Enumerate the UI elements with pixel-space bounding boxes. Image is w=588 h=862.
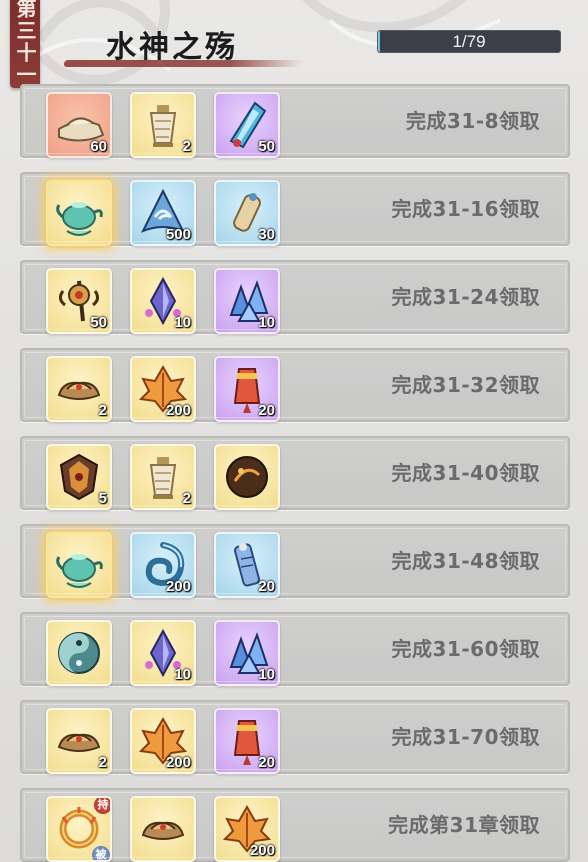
reward-item-slot[interactable]: 2 [130,92,196,158]
item-count: 30 [258,226,275,243]
item-count: 50 [90,314,107,331]
reward-item-slot[interactable]: 持被 [46,796,112,862]
reward-item-slot[interactable]: 2 [46,356,112,422]
reward-row[interactable]: 500 30 完成31-16领取 [20,172,570,246]
reward-item-slot[interactable] [46,180,112,246]
reward-item-slot[interactable]: 20 [214,356,280,422]
reward-item-slot[interactable] [130,796,196,862]
item-count: 2 [182,138,191,155]
reward-item-slot[interactable] [46,620,112,686]
item-count: 200 [165,754,191,771]
item-count: 60 [90,138,107,155]
claim-condition-label: 完成第31章领取 [388,813,540,837]
claim-condition-label: 完成31-60领取 [391,637,540,661]
claim-condition-label: 完成31-40领取 [391,461,540,485]
cloud-hat-icon [57,733,101,752]
reward-item-slot[interactable]: 200 [130,532,196,598]
page-title: 水神之殇 [106,30,238,65]
item-count: 10 [258,314,275,331]
reward-item-slot[interactable]: 2 [130,444,196,510]
reward-item-slot[interactable]: 50 [46,268,112,334]
chapter-tab-label: 第三十一章 [0,0,37,86]
reward-item-slot[interactable]: 20 [214,532,280,598]
item-count: 10 [174,666,191,683]
reward-item-slot[interactable]: 60 [46,92,112,158]
cloud-hat-icon [57,381,101,400]
reward-row[interactable]: 50 10 10 完成31-24领取 [20,260,570,334]
claim-condition-label: 完成31-32领取 [391,373,540,397]
item-count: 20 [258,578,275,595]
reward-row[interactable]: 2 200 20 完成31-70领取 [20,700,570,774]
yin-yang-token-icon [58,632,100,674]
item-count: 2 [98,754,107,771]
reward-item-slot[interactable] [46,532,112,598]
reward-row[interactable]: 200 20 完成31-48领取 [20,524,570,598]
reward-item-slot[interactable]: 10 [214,268,280,334]
reward-item-slot[interactable]: 200 [214,796,280,862]
chapter-tab: 第三十一章 [0,0,40,88]
jade-teapot-icon [56,202,103,236]
progress-text: 1/79 [452,32,486,51]
scroll-stand-icon [149,457,177,499]
claim-condition-label: 完成31-24领取 [391,285,540,309]
reward-row[interactable]: 2 200 20 完成31-32领取 [20,348,570,422]
progress-bar: 1/79 [377,30,561,53]
reward-item-slot[interactable]: 200 [130,356,196,422]
item-count: 200 [165,578,191,595]
reward-row[interactable]: 持被 200 完成第31章领取 [20,788,570,862]
header: 第三十一章 水神之殇 1/79 [0,0,588,88]
reward-item-slot[interactable]: 200 [130,708,196,774]
reward-item-slot[interactable]: 2 [46,708,112,774]
claim-condition-label: 完成31-48领取 [391,549,540,573]
item-count: 5 [98,490,107,507]
item-count: 200 [249,842,275,859]
claim-condition-label: 完成31-8领取 [405,109,540,133]
demon-shield-icon [59,453,99,501]
dark-orb-icon [226,456,268,498]
item-count: 10 [174,314,191,331]
reward-row[interactable]: 5 2 完成31-40领取 [20,436,570,510]
item-count: 200 [165,402,191,419]
reward-item-slot[interactable]: 30 [214,180,280,246]
item-count: 20 [258,754,275,771]
reward-row[interactable]: 10 10 完成31-60领取 [20,612,570,686]
scroll-stand-icon [149,105,177,147]
item-count: 10 [258,666,275,683]
reward-item-slot[interactable]: 10 [130,268,196,334]
item-badge-top: 持 [94,798,110,814]
reward-item-slot[interactable]: 500 [130,180,196,246]
reward-item-slot[interactable]: 10 [214,620,280,686]
reward-row[interactable]: 60 2 50 完成31-8领取 [20,84,570,158]
item-count: 50 [258,138,275,155]
claim-condition-label: 完成31-16领取 [391,197,540,221]
item-badge-bottom: 被 [92,846,110,860]
reward-item-slot[interactable]: 5 [46,444,112,510]
item-count: 2 [182,490,191,507]
reward-item-slot[interactable] [214,444,280,510]
item-count: 2 [98,402,107,419]
jade-teapot-icon [56,554,103,588]
claim-condition-label: 完成31-70领取 [391,725,540,749]
item-count: 500 [165,226,191,243]
reward-item-slot[interactable]: 50 [214,92,280,158]
cloud-hat-icon [141,821,185,840]
reward-item-slot[interactable]: 10 [130,620,196,686]
item-count: 20 [258,402,275,419]
reward-item-slot[interactable]: 20 [214,708,280,774]
